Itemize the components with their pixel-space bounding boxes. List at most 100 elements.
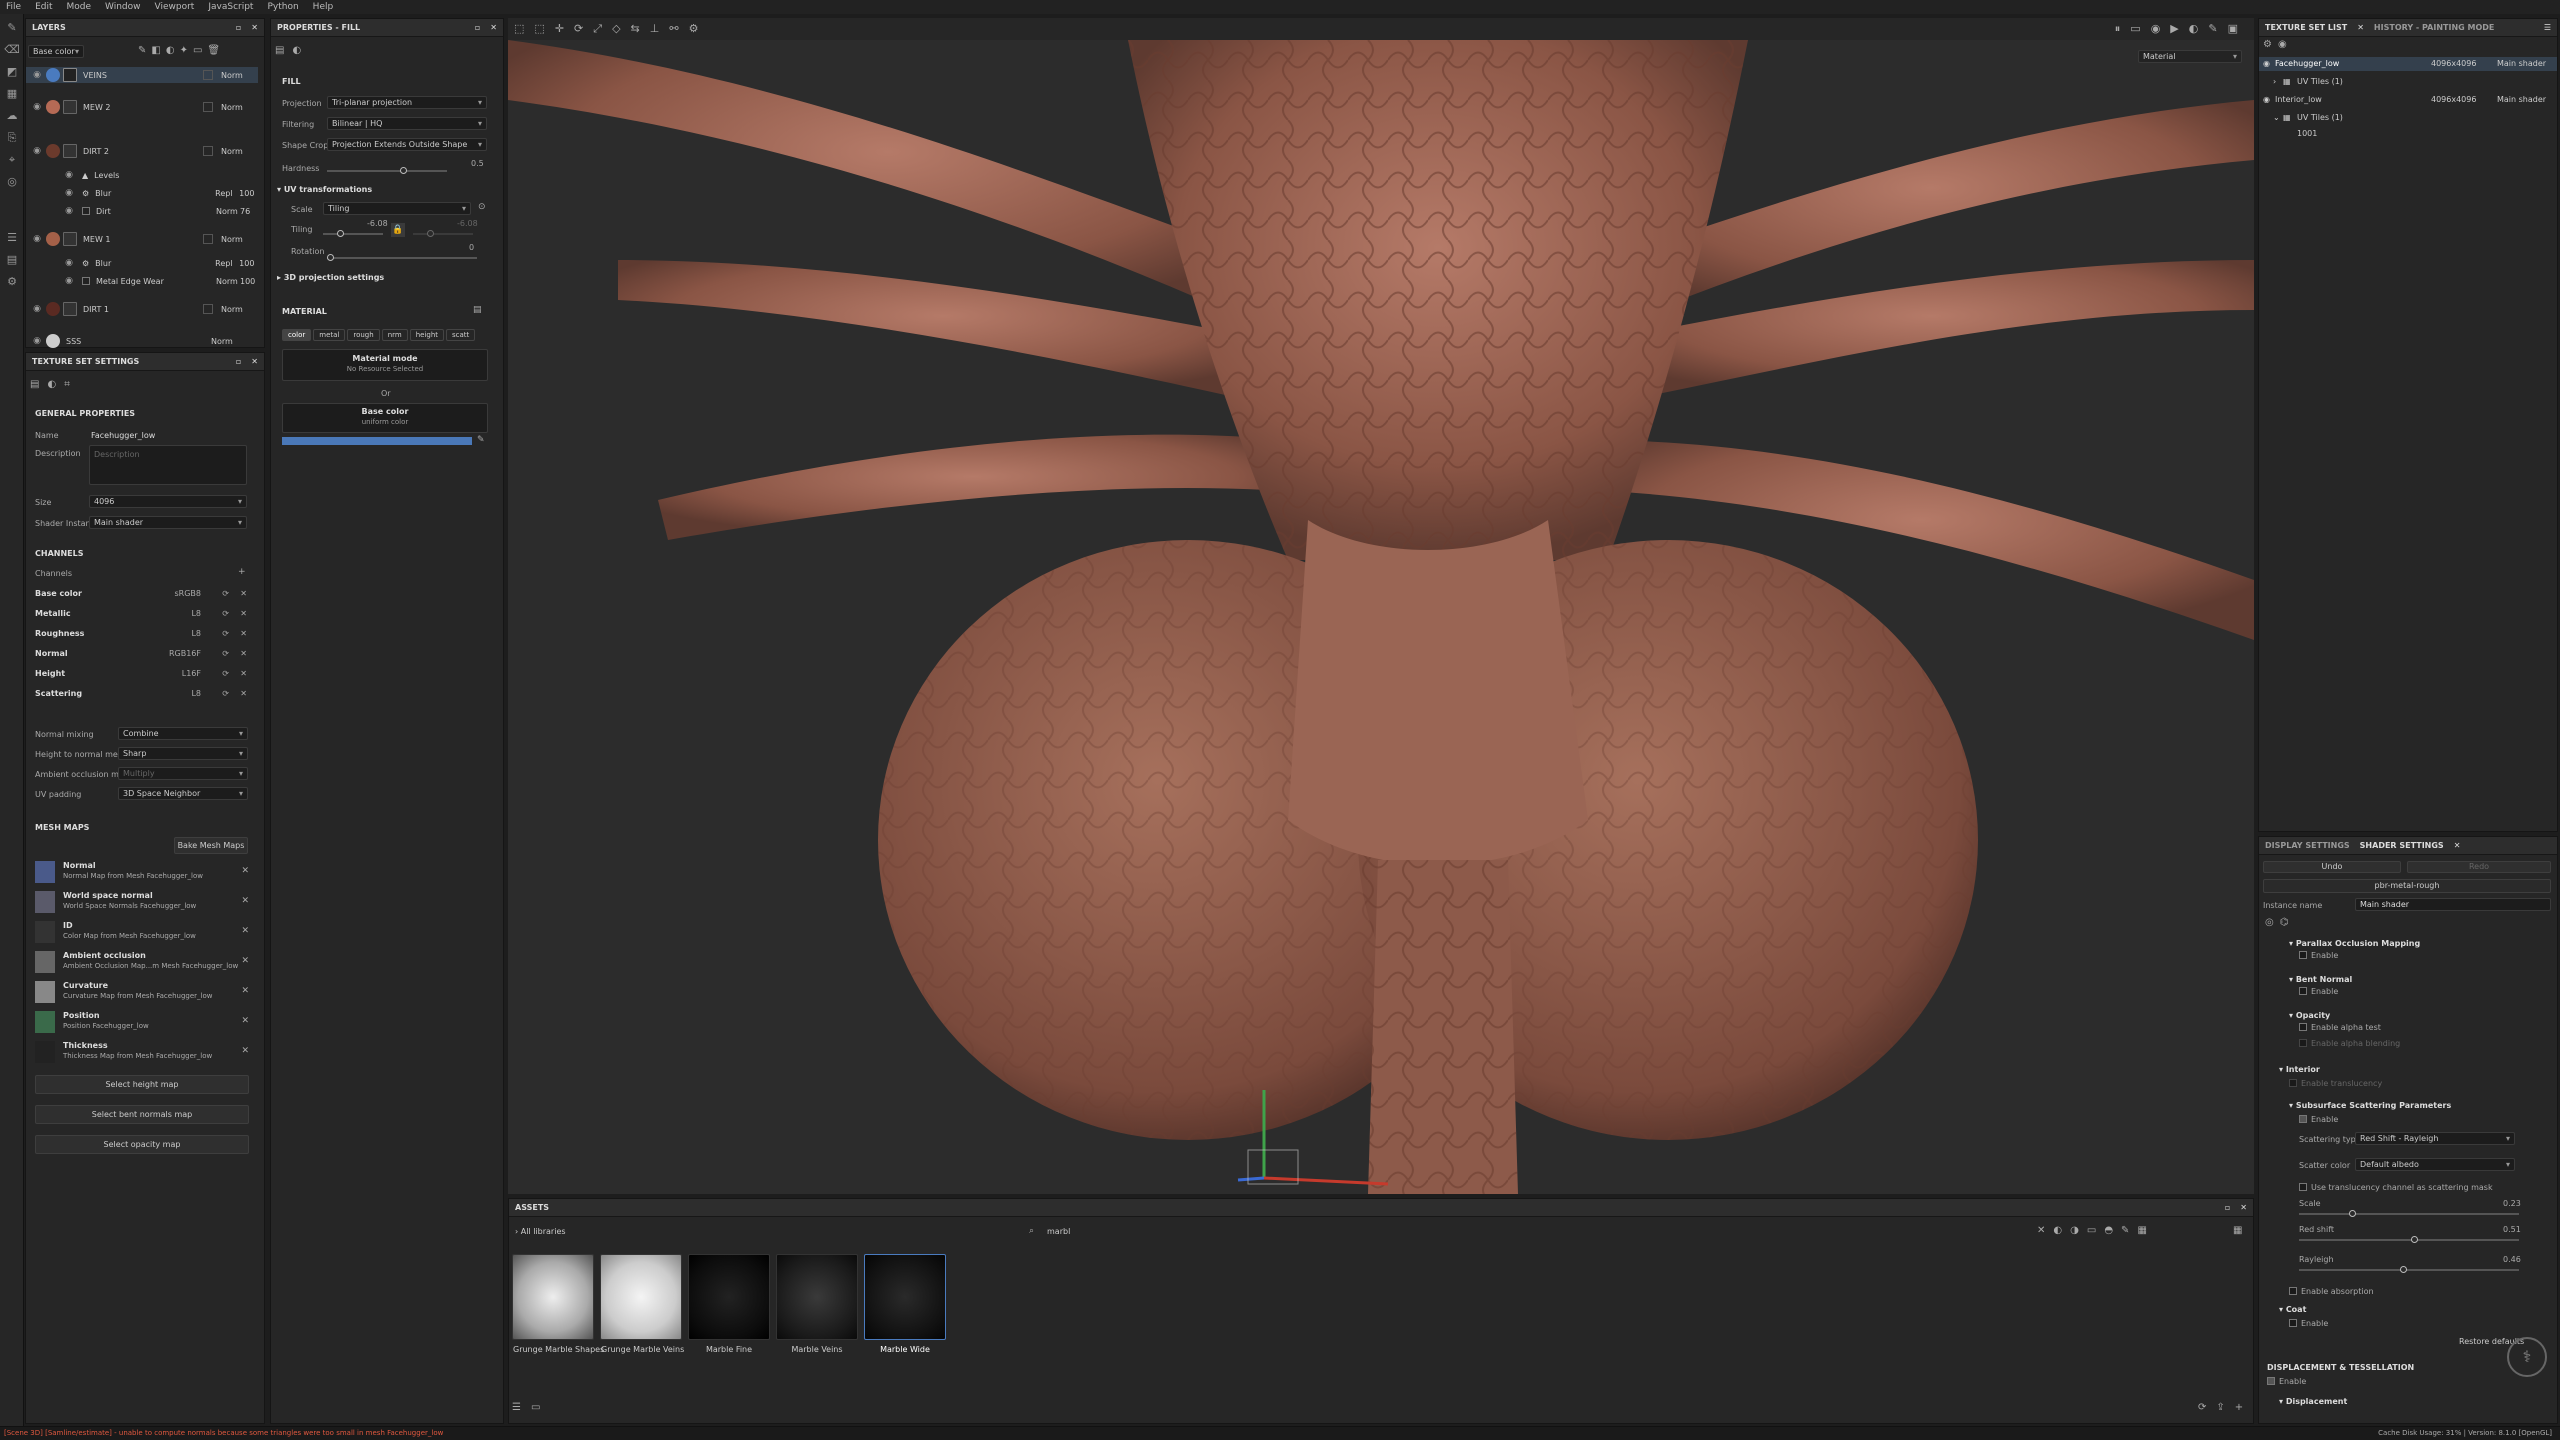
undock-icon[interactable]: ▫ (2225, 1203, 2230, 1212)
mesh-map-row[interactable]: Thickness Thickness Map from Mesh Facehug… (35, 1039, 251, 1065)
settings-icon[interactable]: ⚙ (689, 22, 709, 35)
screenshot-icon[interactable]: ▣ (2228, 22, 2248, 35)
refresh-icon[interactable]: ⟳ (222, 689, 229, 698)
eyedropper-icon[interactable]: ✎ (477, 435, 485, 445)
material-mode-box[interactable]: Material mode No Resource Selected (282, 349, 488, 381)
texture-filter-icon[interactable]: ▭ (2087, 1225, 2104, 1236)
shader-instance-select[interactable]: Main shader (89, 516, 247, 529)
tiling-value-b[interactable]: -6.08 (457, 219, 478, 228)
close-icon[interactable]: ✕ (490, 23, 497, 32)
slider-knob[interactable] (400, 167, 407, 174)
uv-padding-select[interactable]: 3D Space Neighbor (118, 787, 248, 800)
asset-thumbnail[interactable]: Grunge Marble Shapes (512, 1254, 604, 1354)
3d-projection-title[interactable]: ▸ 3D projection settings (277, 273, 384, 282)
menu-javascript[interactable]: JavaScript (208, 2, 253, 12)
asset-thumbnail[interactable]: Marble Fine (688, 1254, 770, 1354)
slider-knob[interactable] (2349, 1210, 2356, 1217)
filtering-select[interactable]: Bilinear | HQ (327, 117, 487, 130)
tiling-value-a[interactable]: -6.08 (367, 219, 388, 228)
pom-section[interactable]: ▾ Parallax Occlusion Mapping (2289, 939, 2420, 948)
channel-format[interactable]: L8 (191, 689, 201, 698)
hardness-value[interactable]: 0.5 (471, 159, 484, 168)
displacement-section[interactable]: ▾ Displacement (2279, 1397, 2347, 1406)
close-icon[interactable]: ✕ (251, 23, 258, 32)
select-bent-normals-button[interactable]: Select bent normals map (35, 1105, 249, 1124)
layer-blend[interactable]: Repl (215, 259, 239, 268)
fill-tab-icon[interactable]: ▤ (275, 45, 292, 56)
eye-icon[interactable]: ◉ (64, 276, 74, 286)
link-icon[interactable]: ⊙ (478, 202, 486, 212)
shape-crop-select[interactable]: Projection Extends Outside Shape (327, 138, 487, 151)
remove-icon[interactable]: ✕ (241, 866, 249, 876)
layer-row[interactable]: ◉ VEINS Norm (26, 67, 258, 83)
menu-mode[interactable]: Mode (67, 2, 92, 12)
close-icon[interactable]: ✕ (2454, 841, 2461, 850)
filter-icon[interactable]: ◓ (2104, 1225, 2121, 1236)
refresh-icon[interactable]: ⟳ (222, 609, 229, 618)
scale-value[interactable]: 0.23 (2503, 1199, 2521, 1208)
channel-format[interactable]: L8 (191, 609, 201, 618)
uv-tab-icon[interactable]: ⌗ (64, 379, 78, 390)
symmetry-icon[interactable]: ⇆ (631, 22, 650, 35)
mesh-map-row[interactable]: Normal Normal Map from Mesh Facehugger_lo… (35, 859, 251, 885)
layer-blend[interactable]: Norm (221, 235, 243, 244)
layer-row[interactable]: ◉ DIRT 2 Norm (26, 143, 258, 159)
menu-edit[interactable]: Edit (35, 2, 52, 12)
menu-help[interactable]: Help (313, 2, 334, 12)
coat-enable-checkbox[interactable] (2289, 1319, 2297, 1327)
fill-layer-icon[interactable]: ◧ (151, 45, 165, 56)
texture-set-row[interactable]: ◉ Facehugger_low 4096x4096 Main shader (2259, 57, 2557, 71)
menu-python[interactable]: Python (267, 2, 298, 12)
instance-name-input[interactable]: Main shader (2355, 898, 2551, 911)
settings-icon[interactable]: ⚙ (2263, 39, 2278, 50)
libraries-breadcrumb[interactable]: › All libraries (515, 1227, 566, 1236)
name-value[interactable]: Facehugger_low (91, 431, 155, 440)
base-color-box[interactable]: Base color uniform color (282, 403, 488, 433)
sub-layer-row[interactable]: ◉ Metal Edge Wear Norm 100 (26, 273, 258, 289)
brush-filter-icon[interactable]: ✎ (2121, 1225, 2137, 1236)
render-icon[interactable]: ◉ (2151, 22, 2171, 35)
slider-knob[interactable] (327, 254, 334, 261)
scatter-color-select[interactable]: Default albedo (2355, 1158, 2515, 1171)
remove-icon[interactable]: ✕ (240, 629, 247, 638)
layer-row[interactable]: ◉ SSS Norm (26, 333, 258, 349)
remove-icon[interactable]: ✕ (240, 649, 247, 658)
channel-format[interactable]: L8 (191, 629, 201, 638)
bent-enable-checkbox[interactable] (2299, 987, 2307, 995)
remove-icon[interactable]: ✕ (241, 926, 249, 936)
asset-thumbnail[interactable]: Marble Veins (776, 1254, 858, 1354)
uv-tiles-row[interactable]: ⌄ ▦ UV Tiles (1) (2273, 111, 2557, 125)
settings-icon[interactable]: ⚙ (4, 274, 20, 290)
folder-icon[interactable]: ▭ (193, 45, 207, 56)
layer-opacity[interactable]: 76 (240, 207, 250, 216)
mesh-map-row[interactable]: Position Position Facehugger_low ✕ (35, 1009, 251, 1035)
size-select[interactable]: 4096 (89, 495, 247, 508)
refresh-icon[interactable]: ⟳ (2198, 1402, 2216, 1413)
rotation-slider[interactable] (327, 254, 477, 261)
clone-icon[interactable]: ⎘ (4, 130, 20, 146)
lasso-icon[interactable]: ⬚ (534, 22, 554, 35)
brush-icon[interactable]: ✎ (4, 20, 20, 36)
layer-blend[interactable]: Norm (221, 103, 243, 112)
eye-icon[interactable]: ◉ (64, 258, 74, 268)
polyfill-icon[interactable]: ▦ (4, 86, 20, 102)
undock-icon[interactable]: ▫ (475, 23, 480, 32)
layer-blend[interactable]: Norm (221, 147, 243, 156)
menu-file[interactable]: File (6, 2, 21, 12)
layer-blend[interactable]: Norm (216, 277, 240, 286)
tiling-slider-a[interactable] (323, 230, 383, 237)
mirror-icon[interactable]: ⚯ (669, 22, 688, 35)
paint-layer-icon[interactable]: ✎ (138, 45, 151, 56)
pause-icon[interactable]: ⏸ (2115, 22, 2131, 35)
interior-section[interactable]: ▾ Interior (2279, 1065, 2320, 1074)
tab-display-settings[interactable]: DISPLAY SETTINGS (2265, 841, 2350, 850)
sss-section[interactable]: ▾ Subsurface Scattering Parameters (2289, 1101, 2451, 1110)
layer-blend[interactable]: Norm (216, 207, 240, 216)
smart-material-icon[interactable]: ◑ (2070, 1225, 2087, 1236)
scale-select[interactable]: Tiling (323, 202, 471, 215)
channel-format[interactable]: sRGB8 (174, 589, 201, 598)
alpha-blend-checkbox[interactable] (2299, 1039, 2307, 1047)
refresh-icon[interactable]: ⟳ (222, 629, 229, 638)
asset-thumbnail[interactable]: Marble Wide (864, 1254, 946, 1354)
tab-nrm[interactable]: nrm (381, 329, 408, 341)
